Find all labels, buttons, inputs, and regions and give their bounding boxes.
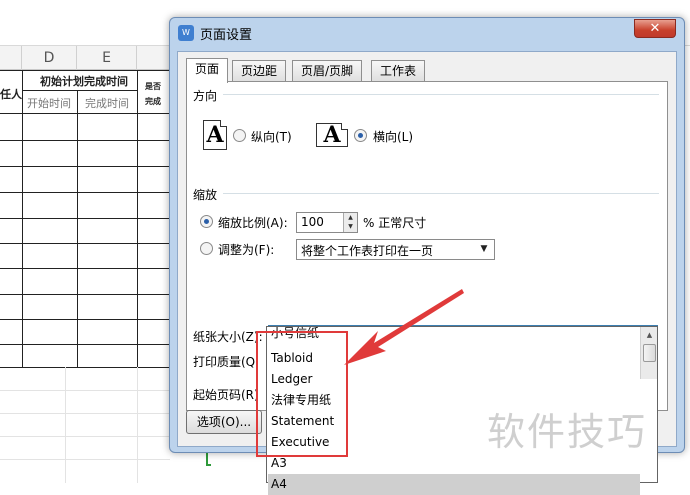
table-border bbox=[22, 70, 23, 367]
options-button[interactable]: 选项(O)... bbox=[186, 410, 262, 434]
first-page-number-label: 起始页码(R) bbox=[193, 388, 259, 402]
table-border bbox=[0, 268, 170, 269]
landscape-page-icon: A bbox=[316, 123, 348, 147]
table-border bbox=[77, 90, 78, 367]
header-cell-start-time: 开始时间 bbox=[27, 97, 71, 110]
scale-label[interactable]: 缩放比例(A): bbox=[218, 214, 288, 231]
grid-line bbox=[0, 459, 170, 460]
landscape-label[interactable]: 横向(L) bbox=[373, 128, 413, 145]
tab-header-footer[interactable]: 页眉/页脚 bbox=[292, 60, 363, 82]
dialog-title: 页面设置 bbox=[200, 28, 253, 43]
table-border bbox=[0, 319, 170, 320]
tab-page[interactable]: 页面 bbox=[186, 58, 229, 83]
group-divider bbox=[223, 193, 659, 194]
scaling-group-label: 缩放 bbox=[193, 188, 218, 202]
column-header-c[interactable] bbox=[0, 46, 22, 70]
annotation-arrow-icon bbox=[344, 289, 464, 365]
stepper-arrows-icon[interactable]: ▲ ▼ bbox=[343, 213, 357, 232]
tab-sheet[interactable]: 工作表 bbox=[371, 60, 426, 82]
fit-to-label[interactable]: 调整为(F): bbox=[218, 241, 274, 258]
scale-suffix: % 正常尺寸 bbox=[363, 216, 427, 230]
fit-to-value: 将整个工作表打印在一页 bbox=[301, 244, 434, 258]
header-cell-end-time: 完成时间 bbox=[85, 97, 129, 110]
portrait-page-icon: A bbox=[203, 120, 227, 150]
tab-margins[interactable]: 页边距 bbox=[232, 60, 287, 82]
grid-line bbox=[137, 367, 138, 483]
table-border bbox=[0, 243, 170, 244]
close-button[interactable]: ✕ bbox=[634, 19, 676, 38]
table-border bbox=[0, 70, 170, 71]
table-border bbox=[137, 70, 138, 367]
table-border bbox=[0, 367, 170, 368]
header-cell-owner: 任人 bbox=[0, 88, 22, 101]
highlight-box bbox=[256, 331, 348, 457]
table-border bbox=[0, 294, 170, 295]
grid-line bbox=[0, 390, 170, 391]
group-divider bbox=[223, 94, 659, 95]
fit-to-select[interactable]: 将整个工作表打印在一页 ▼ bbox=[296, 239, 495, 260]
dialog-titlebar[interactable]: W 页面设置 ✕ bbox=[170, 18, 684, 48]
header-cell-planned-time: 初始计划完成时间 bbox=[40, 75, 128, 88]
portrait-label[interactable]: 纵向(T) bbox=[251, 128, 292, 145]
table-border bbox=[0, 344, 170, 345]
scale-value: 100 bbox=[301, 215, 324, 229]
table-border bbox=[22, 90, 137, 91]
column-header-bar: D E bbox=[0, 46, 175, 70]
scroll-thumb[interactable] bbox=[643, 344, 656, 362]
table-border bbox=[0, 113, 170, 114]
scale-radio[interactable] bbox=[200, 215, 213, 228]
app-icon: W bbox=[178, 25, 194, 41]
dropdown-scrollbar[interactable]: ▲ bbox=[640, 327, 657, 379]
fit-to-radio[interactable] bbox=[200, 242, 213, 255]
column-header-e[interactable]: E bbox=[77, 46, 137, 70]
table-border bbox=[0, 166, 170, 167]
print-quality-label: 打印质量(Q bbox=[193, 355, 256, 369]
watermark: 软件技巧 bbox=[487, 410, 648, 454]
grid-line bbox=[65, 367, 66, 483]
scale-stepper[interactable]: 100 ▲ ▼ bbox=[296, 212, 358, 233]
portrait-radio[interactable] bbox=[233, 129, 246, 142]
table-border bbox=[0, 140, 170, 141]
grid-line bbox=[0, 413, 170, 414]
grid-line bbox=[0, 436, 170, 437]
table-border bbox=[0, 192, 170, 193]
scroll-up-icon[interactable]: ▲ bbox=[641, 327, 658, 343]
column-header-d[interactable]: D bbox=[22, 46, 77, 70]
chevron-down-icon[interactable]: ▼ bbox=[476, 241, 492, 258]
table-border bbox=[0, 218, 170, 219]
header-cell-done: 是否 bbox=[145, 81, 161, 91]
header-cell-done-2: 完成 bbox=[145, 96, 161, 106]
orientation-group-label: 方向 bbox=[193, 89, 218, 103]
paper-size-label: 纸张大小(Z): bbox=[193, 330, 263, 344]
landscape-radio[interactable] bbox=[354, 129, 367, 142]
dropdown-item-a4[interactable]: A4 bbox=[268, 474, 640, 495]
